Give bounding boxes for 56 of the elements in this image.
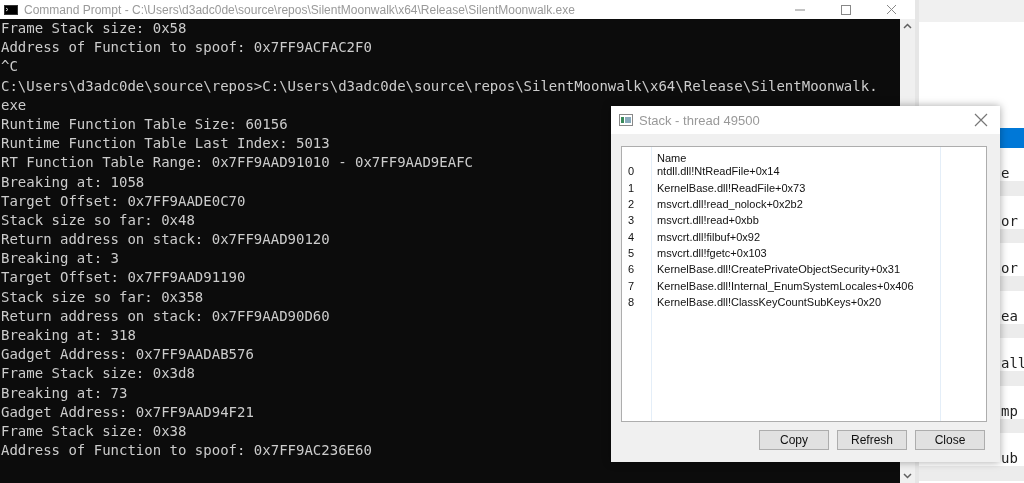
frame-name: msvcrt.dll!filbuf+0x92	[656, 229, 761, 245]
console-icon	[4, 4, 18, 15]
list-item-text: or	[1001, 212, 1018, 229]
frame-name: KernelBase.dll!CreatePrivateObjectSecurity+0x31	[656, 262, 902, 278]
frame-name: KernelBase.dll!ClassKeyCountSubKeys+0x20	[656, 294, 883, 310]
frame-index: 7	[627, 278, 636, 294]
frame-index: 5	[627, 245, 636, 261]
console-line: Runtime Function Table Last Index: 5013	[1, 134, 330, 154]
frame-index: 8	[627, 294, 636, 310]
frame-index: 3	[627, 213, 636, 229]
list-item-text: all	[1001, 355, 1024, 371]
frame-index: 1	[627, 180, 636, 196]
console-line: Address of Function to spoof: 0x7FF9AC236E60	[1, 441, 372, 461]
console-line: ^C	[1, 57, 18, 77]
frame-index: 6	[627, 262, 636, 278]
console-line: Breaking at: 1058	[1, 172, 145, 192]
frame-name: KernelBase.dll!ReadFile+0x73	[656, 180, 807, 196]
console-line: Gadget Address: 0x7FF9AAD94F21	[1, 402, 254, 422]
console-line: Return address on stack: 0x7FF9AAD90120	[1, 230, 330, 250]
console-line: C:\Users\d3adc0de\source\repos>C:\Users\d3adc0de\source\repos\SilentMoonwalk\x64\Release\SilentMoonwalk.	[1, 76, 878, 96]
list-item-text: e	[1001, 165, 1010, 181]
console-line: Frame Stack size: 0x58	[1, 19, 187, 38]
dialog-button[interactable]: Close	[915, 430, 985, 450]
window-title: Command Prompt - C:\Users\d3adc0de\source\repos\SilentMoonwalk\x64\Release\SilentMoonwalk.exe	[24, 2, 576, 17]
frame-index: 2	[627, 197, 636, 213]
list-item-text: ub	[1001, 450, 1018, 466]
dialog-button[interactable]: Refresh	[837, 430, 907, 450]
console-line: Gadget Address: 0x7FF9AADAB576	[1, 345, 254, 365]
frame-name: msvcrt.dll!fgetc+0x103	[656, 245, 768, 261]
console-line: Stack size so far: 0x48	[1, 210, 195, 230]
frame-index: 4	[627, 229, 636, 245]
frame-name: KernelBase.dll!Internal_EnumSystemLocales+0x406	[656, 278, 915, 294]
console-line: Breaking at: 3	[1, 249, 119, 269]
console-line: Frame Stack size: 0x3d8	[1, 364, 195, 384]
console-line: Target Offset: 0x7FF9AADE0C70	[1, 191, 246, 211]
console-line: Return address on stack: 0x7FF9AAD90D60	[1, 306, 330, 326]
dialog-title: Stack - thread 49500	[639, 112, 761, 128]
window-icon	[619, 114, 633, 126]
list-item-text: ea	[1001, 307, 1018, 324]
console-line: Frame Stack size: 0x38	[1, 421, 187, 441]
console-line: Runtime Function Table Size: 60156	[1, 114, 288, 134]
frame-index: 0	[627, 164, 636, 180]
list-item-text: mp	[1001, 402, 1018, 419]
frame-name: msvcrt.dll!read_nolock+0x2b2	[656, 197, 804, 213]
dialog-button[interactable]: Copy	[759, 430, 829, 450]
console-line: RT Function Table Range: 0x7FF9AAD91010 - 0x7FF9AAD9EAFC	[1, 153, 473, 173]
frame-name: ntdll.dll!NtReadFile+0x14	[656, 164, 781, 180]
console-line: Target Offset: 0x7FF9AAD91190	[1, 268, 246, 288]
console-line: exe	[1, 95, 27, 115]
console-line: Stack size so far: 0x358	[1, 287, 204, 307]
list-item-text: or	[1001, 260, 1018, 276]
console-line: Breaking at: 73	[1, 383, 128, 403]
close-icon[interactable]	[974, 113, 988, 127]
console-line: Address of Function to spoof: 0x7FF9ACFAC2F0	[1, 38, 372, 58]
frame-name: msvcrt.dll!read+0xbb	[656, 213, 760, 229]
console-line: Breaking at: 318	[1, 326, 136, 345]
